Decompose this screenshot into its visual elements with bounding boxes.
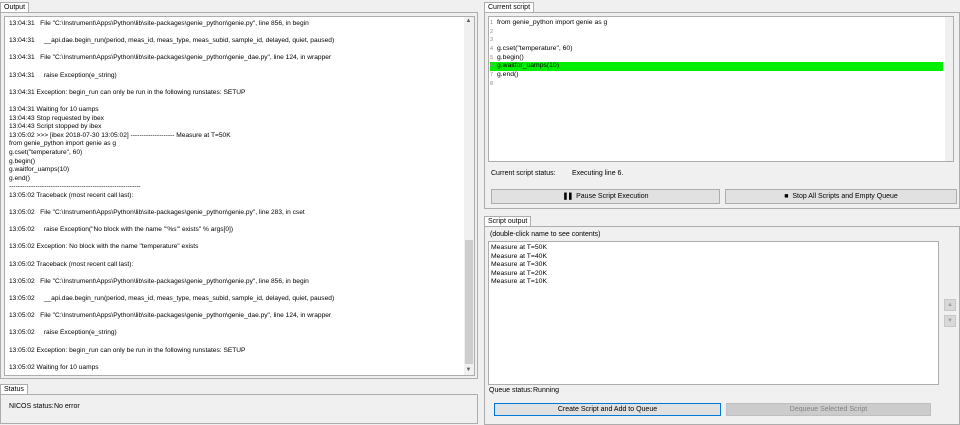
output-line: 13:05:02 Exception: begin_run can only b… [9,346,246,354]
line-number: 7 [490,72,494,79]
stop-all-scripts-button[interactable]: ■ Stop All Scripts and Empty Queue [725,189,957,204]
script-output-items: Measure at T=50K Measure at T=40K Measure … [491,244,547,287]
script-line: 4 g.cset("temperature", 60) [490,45,943,54]
stop-icon: ■ [784,193,789,200]
line-number: 3 [490,37,494,44]
line-number: 5 [490,54,494,61]
dequeue-script-button[interactable]: Dequeue Selected Script [726,403,931,416]
move-down-button[interactable]: ▼ [944,315,956,327]
output-scrollbar[interactable]: ▲ ▼ [464,17,474,375]
script-output-hint: (double-click name to see contents) [490,231,601,238]
pause-icon: ❚❚ [562,193,574,200]
script-line-text: g.cset("temperature", 60) [497,45,573,53]
current-script-editor[interactable]: 1 from genie_python import genie as g234g… [488,16,954,162]
script-output-panel: (double-click name to see contents) Meas… [484,226,960,425]
line-number: 1 [490,20,494,26]
output-line: g.waitfor_uamps(10) [9,166,70,174]
line-number: 8 [490,80,494,87]
output-line: 13:05:02 File "C:\Instrument\Apps\Python… [9,209,305,217]
arrow-down-icon: ▼ [947,318,953,324]
output-line: 13:04:43 Stop requested by ibex [9,114,104,122]
nicos-status-value: No error [54,403,80,410]
script-line: 2 [490,28,943,37]
script-output-item[interactable]: Measure at T=20K [491,270,547,279]
script-line-text: from genie_python import genie as g [497,19,608,26]
pause-script-button[interactable]: ❚❚ Pause Script Execution [491,189,720,204]
script-code: 1 from genie_python import genie as g234g… [490,19,943,89]
script-output-item[interactable]: Measure at T=30K [491,261,547,270]
output-line: 13:05:02 Traceback (most recent call las… [9,260,134,268]
create-script-button[interactable]: Create Script and Add to Queue [494,403,721,416]
output-panel: 13:04:31 File "C:\Instrument\Apps\Python… [0,12,478,379]
output-line: 13:05:02 Traceback (most recent call las… [9,191,134,199]
output-line: g.end() [9,174,30,182]
nicos-status-label: NICOS status: [9,403,54,410]
scroll-down-icon[interactable]: ▼ [464,366,473,375]
script-output-item[interactable]: Measure at T=40K [491,253,547,262]
output-line: 13:04:31 File "C:\Instrument\Apps\Python… [9,54,332,62]
script-scrollbar[interactable] [945,17,953,161]
scroll-up-icon[interactable]: ▲ [464,17,473,26]
script-line: 8 [490,80,943,89]
script-line-text: g.waitfor_uamps(10) [497,62,559,70]
output-line: 13:05:02 raise Exception("No block with … [9,226,234,234]
output-line: ----------------------------------------… [9,183,141,191]
output-line: 13:04:31 __api.dae.begin_run(period, mea… [9,37,335,45]
output-log: 13:04:31 File "C:\Instrument\Apps\Python… [9,20,460,372]
script-output-list[interactable]: Measure at T=50K Measure at T=40K Measure … [488,241,939,385]
move-up-button[interactable]: ▲ [944,299,956,311]
script-output-item[interactable]: Measure at T=10K [491,278,547,287]
output-line: from genie_python import genie as g [9,140,117,148]
output-line: 13:04:31 Exception: begin_run can only b… [9,88,246,96]
line-number: 6 [490,63,494,70]
output-line: 13:04:31 File "C:\Instrument\Apps\Python… [9,20,309,27]
queue-status-label: Queue status: [489,387,533,394]
script-line: 1 from genie_python import genie as g [490,19,943,28]
output-line: 13:05:02 __api.dae.begin_run(period, mea… [9,295,335,302]
output-line: 13:05:02 File "C:\Instrument\Apps\Python… [9,312,332,320]
status-panel: NICOS status: No error [0,394,478,424]
line-number: 4 [490,46,494,53]
script-line-text: g.begin() [497,53,524,61]
output-line: 13:05:02 Exception: No block with the na… [9,243,199,251]
output-line: 13:04:31 raise Exception(e_string) [9,71,117,79]
output-line: g.begin() [9,157,36,165]
arrow-up-icon: ▲ [947,302,953,308]
script-line: 3 [490,36,943,45]
script-status-value: Executing line 6. [572,170,624,177]
script-line: 7 g.end() [490,71,943,80]
output-line: 13:05:02 File "C:\Instrument\Apps\Python… [9,277,309,285]
output-line: g.cset("temperature", 60) [9,148,83,156]
output-line: 13:04:43 Script stopped by ibex [9,123,102,131]
queue-status-value: Running [533,387,560,394]
output-line: 13:05:02 raise Exception(e_string) [9,329,117,337]
script-line-text: g.end() [497,71,519,79]
output-text-area[interactable]: 13:04:31 File "C:\Instrument\Apps\Python… [4,16,475,376]
script-status-label: Current script status: [491,170,556,177]
output-scroll-thumb[interactable] [465,240,473,364]
line-number: 2 [490,28,494,35]
output-line: 13:04:31 Waiting for 10 uamps [9,105,99,113]
current-script-panel: 1 from genie_python import genie as g234g… [484,12,960,209]
script-output-item[interactable]: Measure at T=50K [491,244,547,253]
script-line: 6 g.waitfor_uamps(10) [490,62,943,72]
output-line: 13:05:02 >>> [ibex 2018-07-30 13:05:02] … [9,131,231,139]
output-line: 13:05:02 Waiting for 10 uamps [9,363,99,371]
